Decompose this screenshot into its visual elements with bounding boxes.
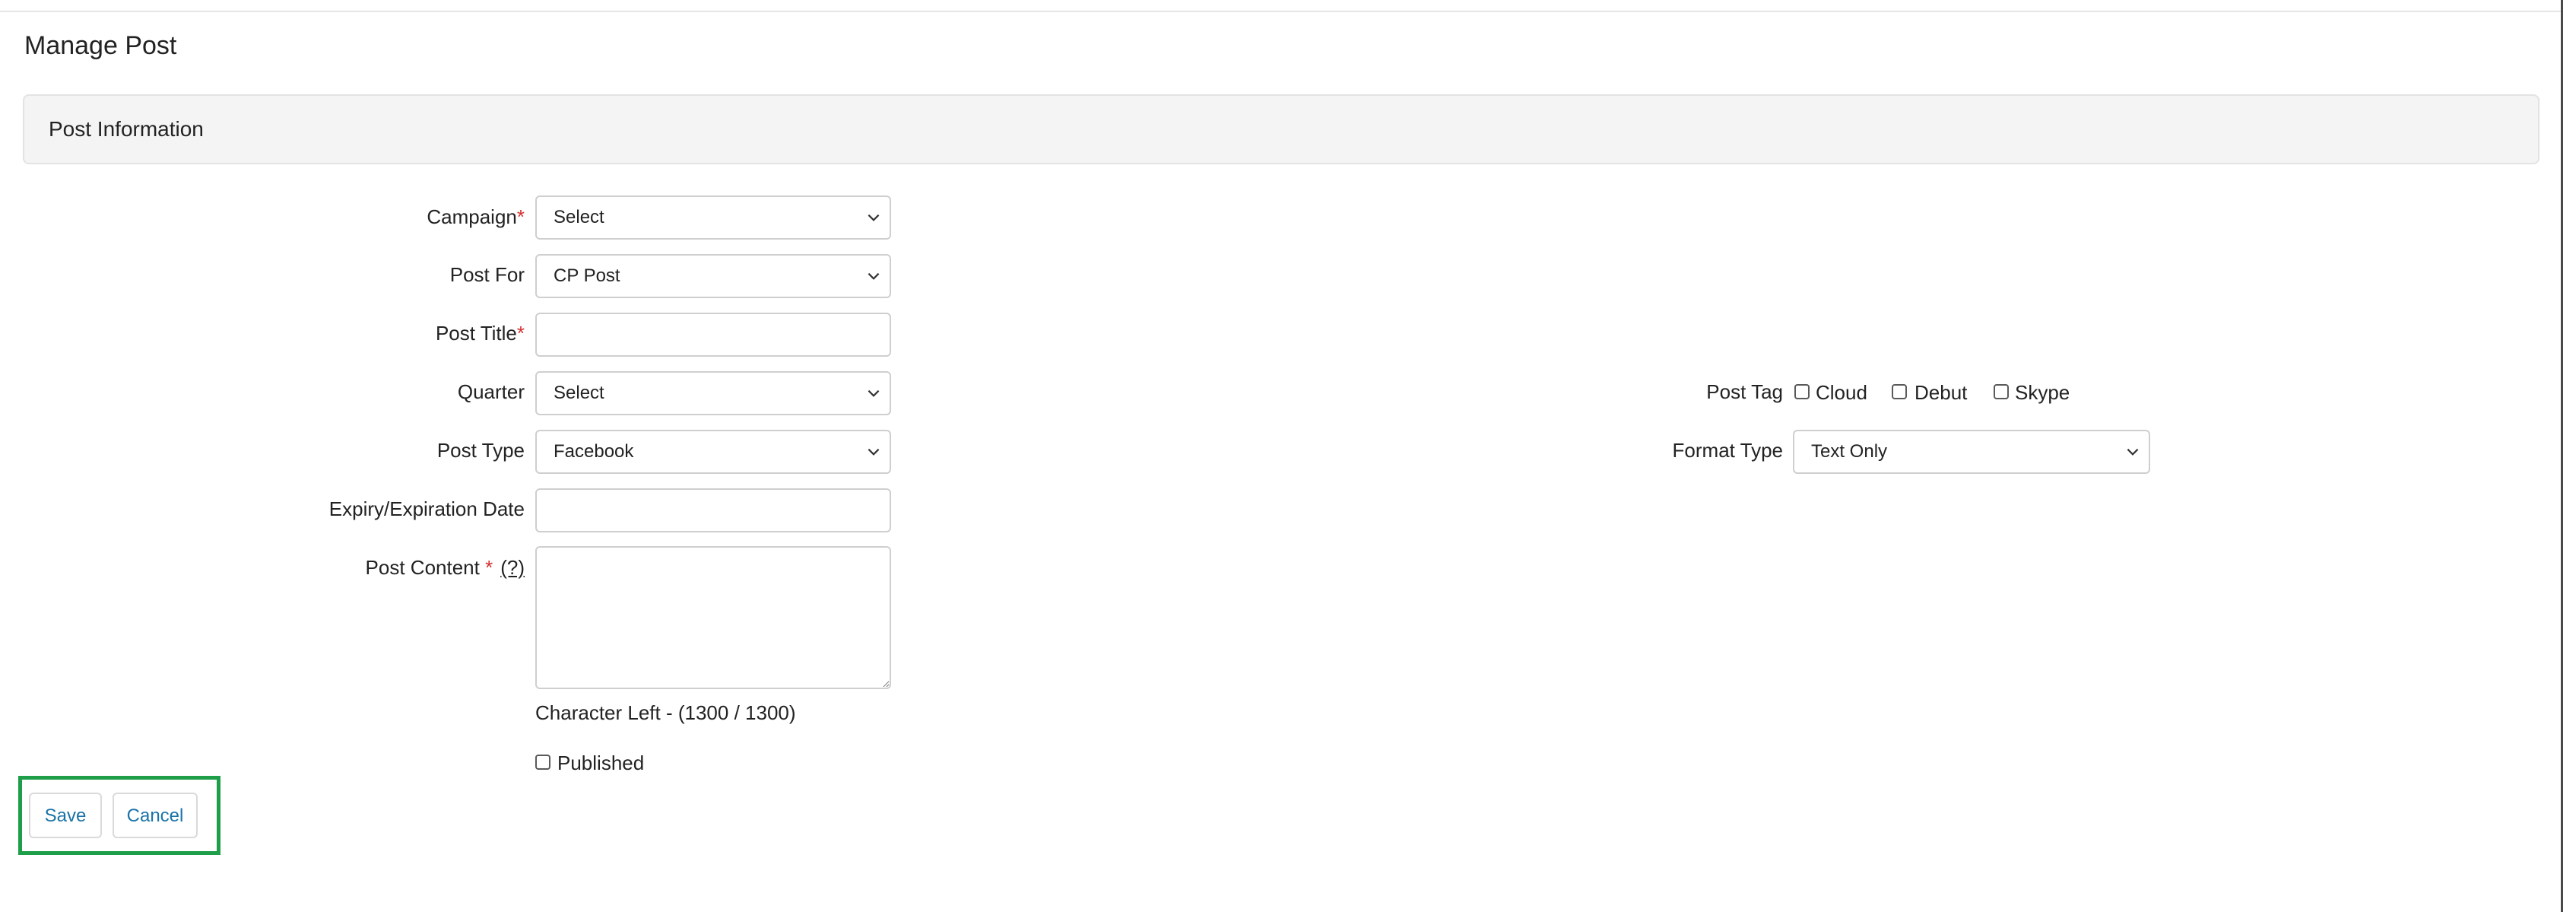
post-type-select[interactable]: Facebook bbox=[535, 430, 891, 474]
section-header: Post Information bbox=[23, 94, 2540, 164]
quarter-label: Quarter bbox=[457, 380, 525, 403]
post-content-help-link[interactable]: (?) bbox=[500, 556, 525, 579]
save-button[interactable]: Save bbox=[29, 793, 102, 838]
post-title-label: Post Title* bbox=[436, 320, 525, 346]
tag-cloud-checkbox[interactable] bbox=[1794, 384, 1810, 399]
quarter-select[interactable]: Select bbox=[535, 371, 891, 415]
chevron-down-icon bbox=[2127, 448, 2139, 456]
cancel-button[interactable]: Cancel bbox=[113, 793, 198, 838]
campaign-required-mark: * bbox=[516, 205, 525, 228]
top-divider bbox=[0, 11, 2562, 12]
chevron-down-icon bbox=[868, 272, 880, 280]
post-for-label: Post For bbox=[449, 263, 525, 286]
post-content-required-mark: * bbox=[485, 556, 493, 579]
post-content-label-text: Post Content bbox=[365, 556, 480, 579]
manage-post-page: Manage Post Post Information Campaign* S… bbox=[0, 0, 2576, 912]
tag-debut-checkbox[interactable] bbox=[1892, 384, 1907, 399]
format-type-select-value: Text Only bbox=[1811, 441, 1888, 462]
post-content-textarea[interactable] bbox=[535, 546, 891, 689]
campaign-select[interactable]: Select bbox=[535, 195, 891, 240]
section-title: Post Information bbox=[49, 117, 204, 141]
campaign-select-value: Select bbox=[554, 207, 604, 227]
tag-skype-label: Skype bbox=[2015, 381, 2070, 404]
post-title-input[interactable] bbox=[535, 313, 891, 357]
published-label: Published bbox=[557, 752, 645, 774]
post-title-label-text: Post Title bbox=[435, 322, 517, 345]
window-edge bbox=[2561, 0, 2563, 912]
chevron-down-icon bbox=[868, 448, 880, 456]
tag-debut-label: Debut bbox=[1915, 381, 1968, 404]
format-type-label: Format Type bbox=[1672, 439, 1783, 462]
format-type-select[interactable]: Text Only bbox=[1793, 430, 2150, 474]
page-title: Manage Post bbox=[24, 31, 177, 60]
tag-skype-checkbox[interactable] bbox=[1994, 384, 2009, 399]
expiry-date-label: Expiry/Expiration Date bbox=[328, 497, 525, 520]
post-for-select-value: CP Post bbox=[554, 265, 620, 286]
quarter-select-value: Select bbox=[554, 383, 604, 403]
published-checkbox[interactable] bbox=[535, 755, 550, 770]
chevron-down-icon bbox=[868, 389, 880, 397]
tag-cloud-label: Cloud bbox=[1816, 381, 1867, 404]
chevron-down-icon bbox=[868, 214, 880, 221]
post-content-label: Post Content * (?) bbox=[366, 555, 525, 580]
post-type-select-value: Facebook bbox=[554, 441, 634, 462]
post-title-required-mark: * bbox=[516, 322, 525, 345]
post-for-select[interactable]: CP Post bbox=[535, 254, 891, 298]
campaign-label: Campaign* bbox=[427, 204, 525, 230]
campaign-label-text: Campaign bbox=[427, 205, 517, 228]
post-tag-label: Post Tag bbox=[1706, 380, 1783, 403]
character-left-counter: Character Left - (1300 / 1300) bbox=[535, 701, 796, 724]
expiry-date-input[interactable] bbox=[535, 488, 891, 532]
post-type-label: Post Type bbox=[436, 439, 525, 462]
